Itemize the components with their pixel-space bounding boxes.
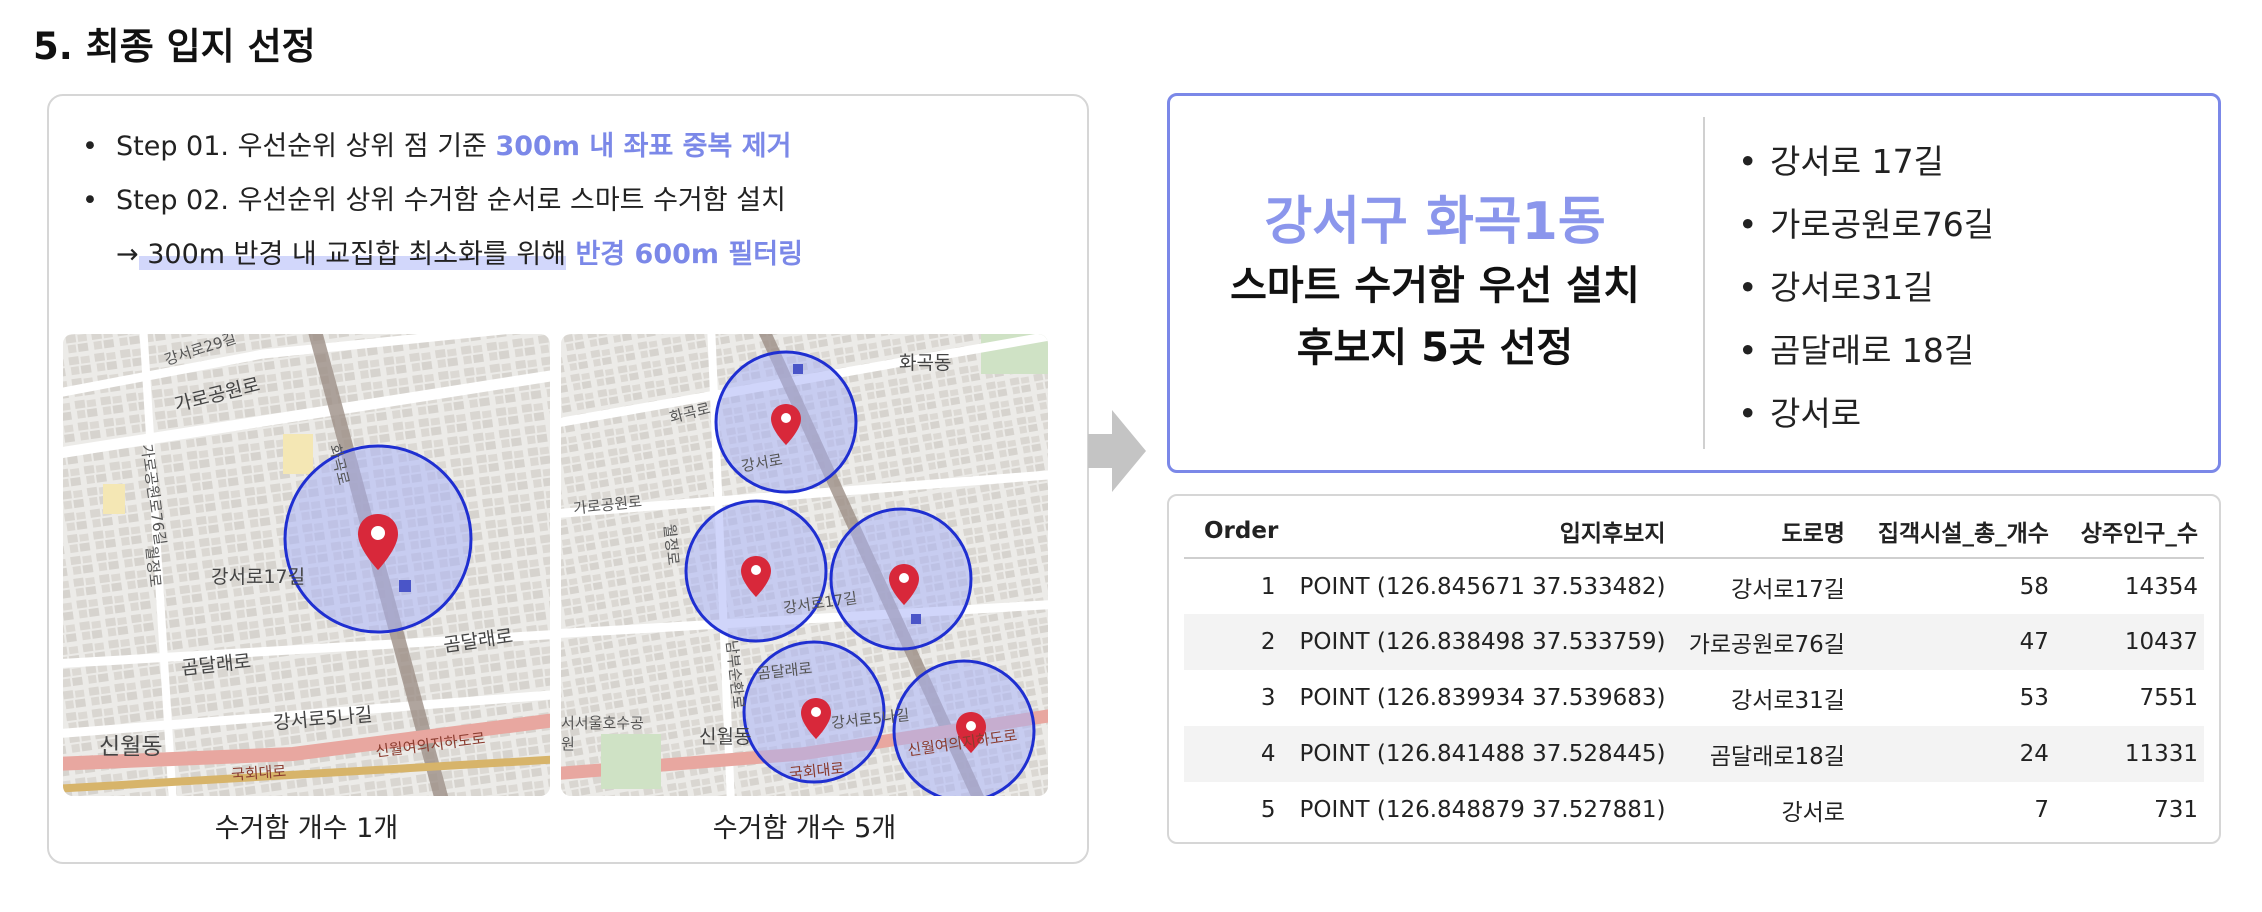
cell-order: 5 [1184, 782, 1294, 838]
cell-population: 731 [2054, 782, 2204, 838]
cell-population: 10437 [2054, 614, 2204, 670]
cell-road: 곰달래로18길 [1671, 726, 1851, 782]
road-list-item: 강서로31길 [1738, 256, 1994, 319]
header-facilities: 집객시설_총_개수 [1850, 504, 2055, 559]
road-list-item: 곰달래로 18길 [1738, 319, 1994, 382]
map-label: 신월동 [699, 726, 752, 748]
cell-facilities: 47 [1850, 614, 2055, 670]
summary-line-1: 스마트 수거함 우선 설치 [1230, 263, 1640, 309]
cell-population: 11331 [2054, 726, 2204, 782]
summary-divider [1703, 117, 1705, 449]
cell-population: 14354 [2054, 558, 2204, 614]
map-label: 서서울호수공원 [561, 714, 644, 753]
cell-order: 4 [1184, 726, 1294, 782]
table-header-row: Order 입지후보지 도로명 집객시설_총_개수 상주인구_수 [1184, 504, 2204, 559]
map-label: 화곡동 [899, 352, 952, 374]
summary-headline: 강서구 화곡1동 스마트 수거함 우선 설치 후보지 5곳 선정 [1180, 190, 1690, 378]
cell-road: 강서로17길 [1671, 558, 1851, 614]
road-list: 강서로 17길 가로공원로76길 강서로31길 곰달래로 18길 강서로 [1738, 130, 1994, 445]
cell-order: 2 [1184, 614, 1294, 670]
step-2-text: Step 02. 우선순위 상위 수거함 순서로 스마트 수거함 설치 [116, 185, 786, 216]
step-list: • Step 01. 우선순위 상위 점 기준 300m 내 좌표 중복 제거 … [70, 120, 1050, 282]
candidate-table: Order 입지후보지 도로명 집객시설_총_개수 상주인구_수 1 POINT… [1184, 504, 2204, 838]
road-list-item: 강서로 17길 [1738, 130, 1994, 193]
map-five-caption: 수거함 개수 5개 [712, 813, 897, 844]
map-label: 월정로 [142, 545, 165, 589]
cell-location: POINT (126.838498 37.533759) [1293, 614, 1672, 670]
cell-facilities: 58 [1850, 558, 2055, 614]
step-2: • Step 02. 우선순위 상위 수거함 순서로 스마트 수거함 설치 [70, 174, 1050, 228]
arrow-right-icon [1088, 410, 1146, 492]
bullet: • [82, 185, 98, 216]
table-row: 3 POINT (126.839934 37.539683) 강서로31길 53… [1184, 670, 2204, 726]
cell-order: 1 [1184, 558, 1294, 614]
cell-road: 가로공원로76길 [1671, 614, 1851, 670]
cell-location: POINT (126.839934 37.539683) [1293, 670, 1672, 726]
cell-location: POINT (126.848879 37.527881) [1293, 782, 1672, 838]
step-2-detail: → 300m 반경 내 교집합 최소화를 위해 반경 600m 필터링 [70, 228, 1050, 282]
map-label: 국회대로 [230, 762, 287, 784]
step-2-detail-highlight: 반경 600m 필터링 [566, 239, 803, 270]
page-title: 5. 최종 입지 선정 [33, 25, 316, 68]
map-label: 신월동 [99, 734, 163, 760]
header-road: 도로명 [1671, 504, 1851, 559]
road-list-item: 가로공원로76길 [1738, 193, 1994, 256]
table-row: 2 POINT (126.838498 37.533759) 가로공원로76길 … [1184, 614, 2204, 670]
summary-line-2: 후보지 5곳 선정 [1296, 325, 1574, 371]
road-list-item: 강서로 [1738, 382, 1994, 445]
bullet: • [82, 131, 98, 162]
cell-road: 강서로31길 [1671, 670, 1851, 726]
cell-road: 강서로 [1671, 782, 1851, 838]
step-1: • Step 01. 우선순위 상위 점 기준 300m 내 좌표 중복 제거 [70, 120, 1050, 174]
cell-order: 3 [1184, 670, 1294, 726]
cell-facilities: 7 [1850, 782, 2055, 838]
arrow-right-icon: → [116, 239, 139, 270]
map-one-bin: 강서로29길 가로공원로 가로공원로76길 화곡로 강서로17길 곰달래로 곰달… [63, 334, 550, 796]
cell-location: POINT (126.845671 37.533482) [1293, 558, 1672, 614]
header-population: 상주인구_수 [2054, 504, 2204, 559]
table-row: 5 POINT (126.848879 37.527881) 강서로 7 731 [1184, 782, 2204, 838]
step-2-detail-marked: 300m 반경 내 교집합 최소화를 위해 [138, 239, 567, 270]
map-five-bins: 화곡동 화곡로 월정로 가로공원로 강서로 강서로17길 곰달래로 강서로5나길… [561, 334, 1048, 796]
header-location: 입지후보지 [1293, 504, 1672, 559]
header-order: Order [1184, 504, 1294, 559]
map-label: 강서로17길 [211, 566, 306, 588]
cell-facilities: 53 [1850, 670, 2055, 726]
cell-facilities: 24 [1850, 726, 2055, 782]
step-1-text: Step 01. 우선순위 상위 점 기준 [116, 131, 496, 162]
table-row: 1 POINT (126.845671 37.533482) 강서로17길 58… [1184, 558, 2204, 614]
district-name: 강서구 화곡1동 [1264, 192, 1606, 252]
table-row: 4 POINT (126.841488 37.528445) 곰달래로18길 2… [1184, 726, 2204, 782]
cell-location: POINT (126.841488 37.528445) [1293, 726, 1672, 782]
map-label: 월정로 [660, 523, 683, 567]
step-1-highlight: 300m 내 좌표 중복 제거 [495, 131, 792, 162]
cell-population: 7551 [2054, 670, 2204, 726]
map-one-caption: 수거함 개수 1개 [214, 813, 399, 844]
